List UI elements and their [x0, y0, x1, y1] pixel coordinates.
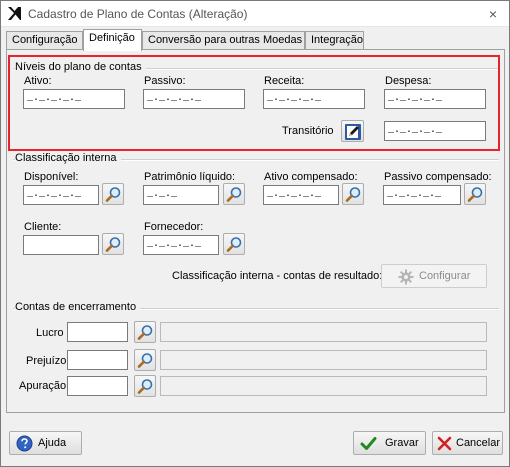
prejuizo-code-field[interactable]	[67, 350, 128, 370]
resultado-label: Classificação interna - contas de result…	[172, 270, 383, 282]
despesa-label: Despesa:	[385, 75, 432, 87]
search-icon	[105, 237, 121, 252]
search-icon	[467, 187, 483, 202]
apuracao-search-button[interactable]	[134, 375, 156, 397]
search-icon	[137, 353, 153, 368]
configurar-label: Configurar	[419, 270, 471, 282]
patrimonio-label: Patrimônio líquido:	[144, 171, 236, 183]
passivo-field[interactable]: _._._._._	[143, 89, 245, 109]
edit-pencil-icon	[345, 124, 361, 140]
lucro-search-button[interactable]	[134, 321, 156, 343]
passivo-compensado-label: Passivo compensado:	[384, 171, 492, 183]
app-logo-icon	[7, 6, 22, 21]
gravar-label: Gravar	[385, 437, 419, 449]
patrimonio-search-button[interactable]	[223, 183, 245, 205]
lucro-description-field	[160, 322, 487, 342]
search-icon	[345, 187, 361, 202]
search-icon	[105, 187, 121, 202]
ativo-label: Ativo:	[24, 75, 52, 87]
classificacao-group-title: Classificação interna	[15, 152, 121, 164]
close-icon[interactable]: ×	[483, 5, 503, 23]
configurar-button[interactable]: Configurar	[381, 264, 487, 288]
prejuizo-description-field	[160, 350, 487, 370]
tab-conversao-moedas[interactable]: Conversão para outras Moedas	[142, 31, 305, 50]
checkmark-icon	[360, 437, 377, 450]
ativo-compensado-field[interactable]: _._._._._	[263, 185, 339, 205]
search-icon	[226, 237, 242, 252]
tab-integracao[interactable]: Integração	[305, 31, 364, 50]
cancel-x-icon	[437, 436, 452, 451]
ativo-field[interactable]: _._._._._	[23, 89, 125, 109]
transitorio-label: Transitório	[282, 125, 334, 137]
lucro-code-field[interactable]	[67, 322, 128, 342]
disponivel-label: Disponível:	[24, 171, 79, 183]
ativo-compensado-search-button[interactable]	[342, 183, 364, 205]
patrimonio-field[interactable]: _._._	[143, 185, 219, 205]
disponivel-search-button[interactable]	[102, 183, 124, 205]
search-icon	[137, 325, 153, 340]
dialog-window: Cadastro de Plano de Contas (Alteração) …	[0, 0, 510, 467]
window-title: Cadastro de Plano de Contas (Alteração)	[28, 7, 248, 21]
cliente-field[interactable]	[23, 235, 99, 255]
prejuizo-search-button[interactable]	[134, 349, 156, 371]
cliente-search-button[interactable]	[102, 233, 124, 255]
title-bar[interactable]: Cadastro de Plano de Contas (Alteração) …	[1, 1, 509, 27]
despesa-field[interactable]: _._._._._	[384, 89, 486, 109]
passivo-compensado-field[interactable]: _._._._._	[383, 185, 461, 205]
apuracao-description-field	[160, 376, 487, 396]
encerramento-group-title: Contas de encerramento	[15, 301, 141, 313]
tab-configuracao[interactable]: Configuração	[6, 31, 83, 50]
disponivel-field[interactable]: _._._._._	[23, 185, 99, 205]
receita-field[interactable]: _._._._._	[263, 89, 365, 109]
search-icon	[226, 187, 242, 202]
help-icon	[16, 435, 33, 452]
transitorio-field[interactable]: _._._._._	[384, 121, 486, 141]
gravar-button[interactable]: Gravar	[353, 431, 426, 455]
ajuda-button[interactable]: Ajuda	[9, 431, 82, 455]
ativo-compensado-label: Ativo compensado:	[264, 171, 358, 183]
prejuizo-label: Prejuízo	[26, 355, 67, 367]
gear-icon	[398, 269, 414, 285]
fornecedor-search-button[interactable]	[223, 233, 245, 255]
tab-definicao[interactable]: Definição	[83, 29, 142, 51]
search-icon	[137, 379, 153, 394]
passivo-label: Passivo:	[144, 75, 186, 87]
fornecedor-label: Fornecedor:	[144, 221, 204, 233]
cliente-label: Cliente:	[24, 221, 62, 233]
cancelar-button[interactable]: Cancelar	[432, 431, 503, 455]
cancelar-label: Cancelar	[456, 437, 501, 449]
passivo-compensado-search-button[interactable]	[464, 183, 486, 205]
edit-transitorio-button[interactable]	[341, 120, 364, 142]
apuracao-code-field[interactable]	[67, 376, 128, 396]
lucro-label: Lucro	[36, 327, 64, 339]
receita-label: Receita:	[264, 75, 305, 87]
fornecedor-field[interactable]: _._._._._	[143, 235, 219, 255]
niveis-group-title: Níveis do plano de contas	[15, 61, 146, 73]
ajuda-label: Ajuda	[38, 437, 67, 449]
apuracao-label: Apuração	[19, 380, 67, 392]
